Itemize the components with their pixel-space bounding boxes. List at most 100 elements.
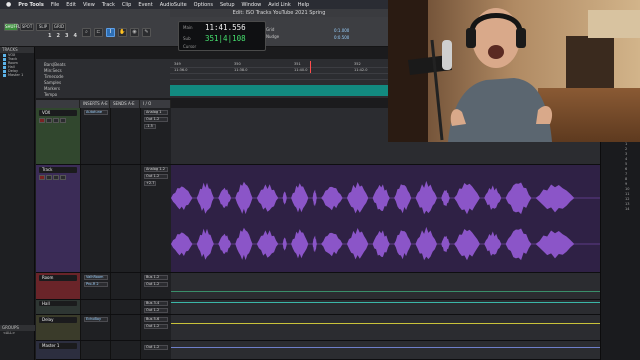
column-io[interactable]: I / O [140, 100, 171, 108]
menu-clip[interactable]: Clip [122, 2, 131, 8]
track-lane[interactable] [171, 300, 600, 314]
insert-slot[interactable]: EchoBoy [84, 317, 108, 322]
input-monitor-button[interactable] [46, 175, 52, 180]
track-name[interactable]: Track [39, 167, 77, 173]
record-enable-button[interactable] [39, 175, 45, 180]
volume-automation-line[interactable] [171, 291, 600, 292]
mode-spot-button[interactable]: SPOT [20, 23, 34, 31]
track-visible-icon[interactable] [3, 65, 6, 69]
record-enable-button[interactable] [39, 118, 45, 123]
volume-automation-line[interactable] [171, 347, 600, 348]
column-inserts[interactable]: INSERTS A-E [80, 100, 110, 108]
trim-tool-icon[interactable]: ⊏ [94, 28, 103, 37]
track-name[interactable]: Hall [39, 301, 77, 306]
track-name[interactable]: Master 1 [39, 343, 77, 349]
mode-grid-button[interactable]: GRID [52, 23, 66, 31]
solo-button[interactable] [53, 175, 59, 180]
audio-clip-waveform[interactable] [171, 171, 600, 269]
output-selector[interactable]: Out 1-2 [144, 345, 168, 350]
pencil-tool-icon[interactable]: ✎ [142, 28, 151, 37]
scrubber-tool-icon[interactable]: ◉ [130, 28, 139, 37]
zoom-preset-1[interactable]: 1 [48, 33, 51, 39]
volume-value[interactable]: -1.5 [144, 124, 156, 129]
output-selector[interactable]: Out 1-2 [144, 282, 168, 287]
track-delay[interactable]: Delay EchoBoy Bus 5-6 Out 1-2 [36, 315, 600, 341]
track-master[interactable]: Master 1 Out 1-2 [36, 341, 600, 360]
track-name[interactable]: Delay [39, 317, 77, 323]
clip-list-strip[interactable]: 1 2 3 4 5 6 7 8 9 10 11 12 13 14 [600, 142, 640, 360]
zoom-preset-4[interactable]: 4 [73, 33, 76, 39]
menu-setup[interactable]: Setup [220, 2, 235, 8]
track-header[interactable]: Delay [36, 315, 80, 340]
grid-nudge-values[interactable]: 0:1.000 0:0.500 [334, 27, 349, 41]
volume-value[interactable]: +2.7 [144, 181, 156, 186]
track-visible-icon[interactable] [3, 57, 6, 61]
track-visible-icon[interactable] [3, 61, 6, 65]
output-selector[interactable]: Out 1-2 [144, 117, 168, 122]
solo-button[interactable] [53, 118, 59, 123]
zoom-preset-2[interactable]: 2 [56, 33, 59, 39]
track-header[interactable]: Track [36, 165, 80, 272]
volume-automation-line[interactable] [171, 323, 600, 324]
menu-file[interactable]: File [51, 2, 59, 8]
track-name[interactable]: VOX [39, 110, 77, 116]
menu-edit[interactable]: Edit [66, 2, 76, 8]
input-selector[interactable]: Analog 1-2 [144, 167, 168, 172]
track-header[interactable]: Hall [36, 300, 80, 314]
group-all-item[interactable]: <ALL> [0, 331, 35, 335]
nudge-value[interactable]: 0:0.500 [334, 34, 349, 41]
menu-avid-link[interactable]: Avid Link [268, 2, 290, 8]
menu-options[interactable]: Options [194, 2, 213, 8]
playhead-marker[interactable] [310, 61, 311, 73]
zoom-preset-3[interactable]: 3 [65, 33, 68, 39]
volume-automation-line[interactable] [171, 302, 600, 303]
track-visible-icon[interactable] [3, 53, 6, 57]
mute-button[interactable] [60, 175, 66, 180]
menu-track[interactable]: Track [102, 2, 115, 8]
track-hall[interactable]: Hall Bus 3-4 Out 1-2 [36, 300, 600, 315]
zoomer-tool-icon[interactable]: ⌕ [82, 28, 91, 37]
menu-help[interactable]: Help [298, 2, 309, 8]
input-monitor-button[interactable] [46, 118, 52, 123]
track-header[interactable]: Master 1 [36, 341, 80, 359]
selector-tool-icon[interactable]: I [106, 28, 115, 37]
track-track[interactable]: Track Analog 1-2 Out 1-2 +2.7 [36, 165, 600, 273]
track-lane[interactable] [171, 165, 600, 272]
edit-tools: ⌕ ⊏ I ✋ ◉ ✎ [82, 28, 151, 37]
input-selector[interactable]: Bus 1-2 [144, 275, 168, 280]
insert-slot[interactable]: ValhRoom [84, 275, 108, 280]
waveform-segment [535, 184, 575, 213]
menu-event[interactable]: Event [138, 2, 152, 8]
mute-button[interactable] [60, 118, 66, 123]
track-lane[interactable] [171, 273, 600, 299]
clip-list-row[interactable]: 14 [601, 207, 640, 212]
insert-slot[interactable]: Pro-R 2 [84, 282, 108, 287]
output-selector[interactable]: Out 1-2 [144, 308, 168, 313]
column-sends[interactable]: SENDS A-E [110, 100, 140, 108]
tracks-list-item[interactable]: Master 1 [0, 73, 34, 77]
mode-shuffle-button[interactable]: SHUFFLE [4, 23, 23, 31]
track-lane[interactable] [171, 315, 600, 340]
menu-window[interactable]: Window [242, 2, 262, 8]
menu-view[interactable]: View [83, 2, 95, 8]
input-selector[interactable]: Analog 1 [144, 110, 168, 115]
menu-app-name[interactable]: Pro Tools [18, 2, 44, 8]
mode-slip-button[interactable]: SLIP [36, 23, 50, 31]
track-header[interactable]: Room [36, 273, 80, 299]
output-selector[interactable]: Out 1-2 [144, 174, 168, 179]
grabber-tool-icon[interactable]: ✋ [118, 28, 127, 37]
track-visible-icon[interactable] [3, 73, 6, 77]
insert-slot[interactable]: Autotune [84, 110, 108, 115]
input-selector[interactable]: Bus 3-4 [144, 301, 168, 306]
track-name[interactable]: Room [39, 275, 77, 281]
menu-audiosuite[interactable]: AudioSuite [160, 2, 187, 8]
track-header[interactable]: VOX [36, 108, 83, 164]
grid-value[interactable]: 0:1.000 [334, 27, 349, 34]
track-lane[interactable] [171, 341, 600, 359]
track-room[interactable]: Room ValhRoom Pro-R 2 Bus 1-2 Out 1-2 [36, 273, 600, 300]
main-counter[interactable]: Main Sub Cursor 11:41.556 351|4|108 [178, 21, 266, 51]
input-selector[interactable]: Bus 5-6 [144, 317, 168, 322]
apple-icon[interactable]: ● [6, 1, 11, 8]
output-selector[interactable]: Out 1-2 [144, 324, 168, 329]
track-visible-icon[interactable] [3, 69, 6, 73]
